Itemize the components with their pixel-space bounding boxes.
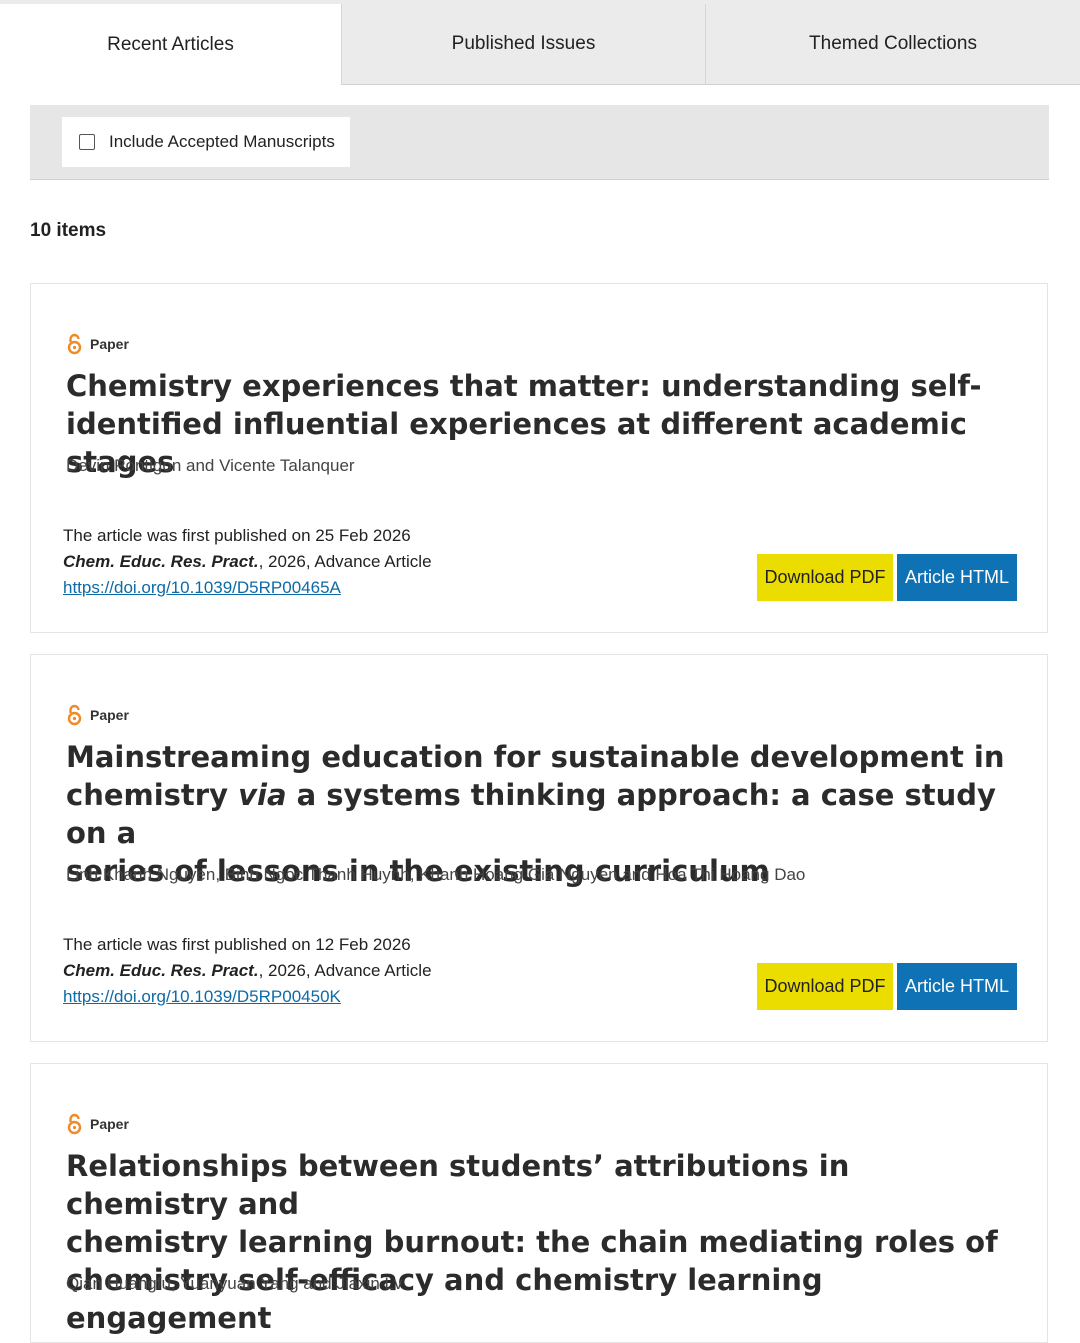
article-title-line: chemistry learning burnout: the chain me… [66, 1225, 998, 1259]
article-card: Paper Mainstreaming education for sustai… [30, 654, 1048, 1042]
article-title-line: Chemistry experiences that matter: under… [66, 369, 982, 403]
article-type-label: Paper [90, 707, 129, 723]
tab-recent-articles[interactable]: Recent Articles [0, 4, 341, 85]
tab-bar: Recent Articles Published Issues Themed … [0, 4, 1080, 85]
download-pdf-button[interactable]: Download PDF [757, 963, 893, 1010]
article-type: Paper [67, 704, 129, 726]
open-access-icon [67, 1113, 82, 1135]
publication-date: The article was first published on 12 Fe… [63, 935, 411, 954]
article-html-button[interactable]: Article HTML [897, 554, 1017, 601]
open-access-icon [67, 333, 82, 355]
article-title-line: Mainstreaming education for sustainable … [66, 740, 1005, 774]
citation: Chem. Educ. Res. Pract., 2026, Advance A… [63, 549, 432, 575]
citation: Chem. Educ. Res. Pract., 2026, Advance A… [63, 958, 432, 984]
journal-name: Chem. Educ. Res. Pract. [63, 961, 259, 980]
article-title[interactable]: Relationships between students’ attribut… [66, 1147, 1016, 1337]
article-type: Paper [67, 1113, 129, 1135]
doi-link[interactable]: https://doi.org/10.1039/D5RP00450K [63, 987, 341, 1006]
publication-date: The article was first published on 25 Fe… [63, 526, 411, 545]
tab-themed-collections[interactable]: Themed Collections [706, 4, 1080, 84]
results-count: 10 items [30, 220, 107, 241]
journal-name: Chem. Educ. Res. Pract. [63, 552, 259, 571]
citation-details: , 2026, Advance Article [258, 552, 432, 571]
article-meta: The article was first published on 12 Fe… [63, 932, 432, 1010]
article-type: Paper [67, 333, 129, 355]
filter-bar: Include Accepted Manuscripts [30, 105, 1049, 180]
article-title-line: chemistry [66, 778, 239, 812]
article-title-italic: via [238, 778, 287, 812]
article-title-line: Relationships between students’ attribut… [66, 1149, 850, 1221]
article-card: Paper Chemistry experiences that matter:… [30, 283, 1048, 633]
article-authors: Devin Pontigon and Vicente Talanquer [66, 456, 355, 475]
article-card: Paper Relationships between students’ at… [30, 1063, 1048, 1343]
article-authors: Qian Huangfu, Yuanyuan Yang and Jiaxin L… [66, 1274, 403, 1293]
tab-published-issues[interactable]: Published Issues [341, 4, 706, 84]
download-pdf-button[interactable]: Download PDF [757, 554, 893, 601]
article-authors: Linh Khanh Nguyen, Binh Ngoc Thanh Huynh… [66, 865, 806, 884]
open-access-icon [67, 704, 82, 726]
include-accepted-checkbox[interactable] [79, 134, 95, 150]
include-accepted-filter[interactable]: Include Accepted Manuscripts [62, 117, 350, 167]
article-type-label: Paper [90, 336, 129, 352]
doi-link[interactable]: https://doi.org/10.1039/D5RP00465A [63, 578, 341, 597]
article-type-label: Paper [90, 1116, 129, 1132]
article-meta: The article was first published on 25 Fe… [63, 523, 432, 601]
article-html-button[interactable]: Article HTML [897, 963, 1017, 1010]
citation-details: , 2026, Advance Article [258, 961, 432, 980]
include-accepted-label: Include Accepted Manuscripts [109, 132, 335, 151]
